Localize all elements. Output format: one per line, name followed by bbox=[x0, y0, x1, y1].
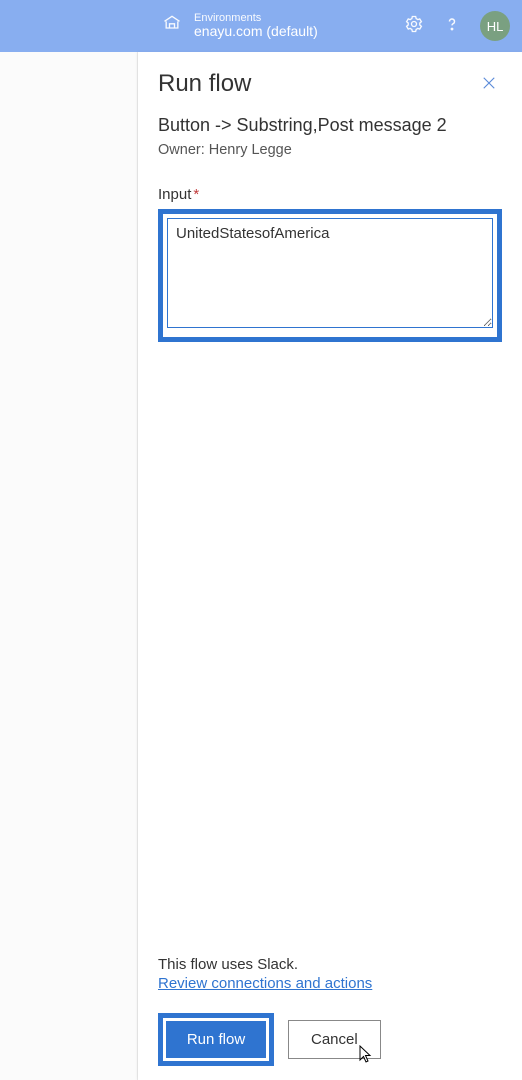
panel-body-spacer bbox=[158, 342, 502, 948]
panel-title: Run flow bbox=[158, 70, 251, 98]
close-icon[interactable] bbox=[476, 70, 502, 101]
environment-block[interactable]: Environments enayu.com (default) bbox=[194, 12, 318, 39]
environments-label: Environments bbox=[194, 12, 318, 24]
input-highlight-box bbox=[158, 209, 502, 342]
button-row: Run flow Cancel bbox=[158, 1013, 502, 1066]
run-flow-button[interactable]: Run flow bbox=[166, 1021, 266, 1058]
cancel-button[interactable]: Cancel bbox=[288, 1020, 381, 1059]
help-icon[interactable] bbox=[442, 14, 462, 39]
top-bar-left: Environments enayu.com (default) bbox=[12, 12, 404, 39]
flow-name: Button -> Substring,Post message 2 bbox=[158, 115, 502, 136]
input-field[interactable] bbox=[167, 218, 493, 328]
avatar[interactable]: HL bbox=[480, 11, 510, 41]
top-bar-icons: HL bbox=[404, 11, 510, 41]
gear-icon[interactable] bbox=[404, 14, 424, 39]
top-bar: Environments enayu.com (default) HL bbox=[0, 0, 522, 52]
panel-footer: This flow uses Slack. Review connections… bbox=[158, 948, 502, 1066]
avatar-initials: HL bbox=[487, 19, 504, 34]
input-label-text: Input bbox=[158, 186, 191, 203]
environments-icon bbox=[162, 13, 182, 38]
background-left bbox=[0, 52, 138, 1080]
uses-text: This flow uses Slack. bbox=[158, 956, 502, 973]
required-star: * bbox=[193, 186, 199, 203]
panel-header: Run flow bbox=[158, 70, 502, 101]
input-label: Input* bbox=[158, 186, 502, 203]
review-connections-link[interactable]: Review connections and actions bbox=[158, 975, 372, 992]
run-flow-highlight-box: Run flow bbox=[158, 1013, 274, 1066]
environment-name: enayu.com (default) bbox=[194, 24, 318, 39]
owner-label: Owner: Henry Legge bbox=[158, 142, 502, 158]
run-flow-panel: Run flow Button -> Substring,Post messag… bbox=[138, 52, 522, 1080]
